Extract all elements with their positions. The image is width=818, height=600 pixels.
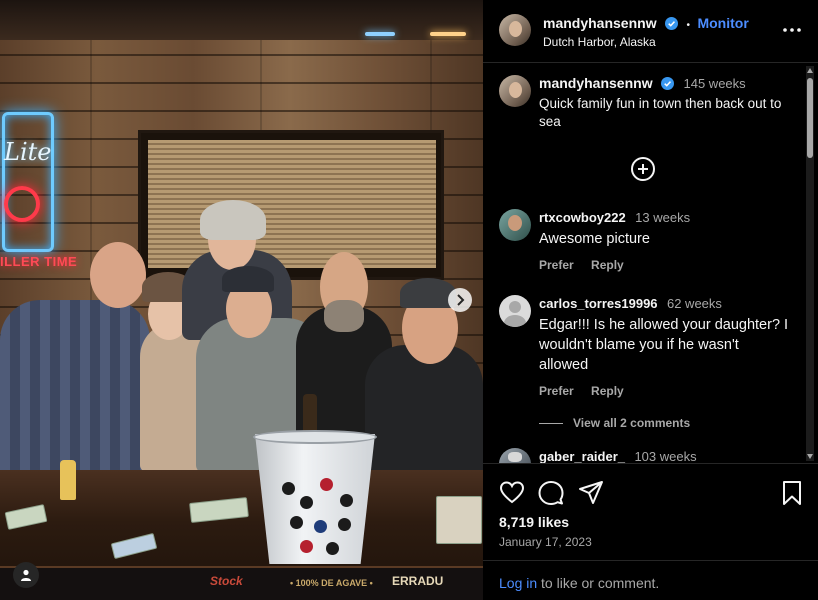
neon-sign-subtext: ILLER TIME	[0, 254, 78, 269]
caption-username[interactable]: mandyhansennw	[539, 75, 653, 91]
comment-time[interactable]: 62 weeks	[667, 296, 722, 311]
share-icon[interactable]	[578, 480, 604, 506]
plus-icon	[638, 164, 648, 174]
ice-bucket	[255, 434, 375, 564]
author-username[interactable]: mandyhansennw	[543, 15, 657, 31]
separator-dot: •	[686, 20, 691, 31]
bookmark-icon[interactable]	[779, 480, 805, 506]
post-actions: 8,719 likes January 17, 2023 Log in to l…	[483, 463, 818, 600]
tagged-users-button[interactable]	[13, 562, 39, 588]
comment-item: rtxcowboy222 13 weeks Awesome picture Pr…	[499, 209, 799, 279]
comment-item: carlos_torres19996 62 weeks Edgar!!! Is …	[499, 295, 799, 405]
caption: mandyhansennw 145 weeks Quick family fun…	[499, 75, 799, 145]
comment-text: Edgar!!! Is he allowed your daughter? I …	[539, 317, 789, 373]
scrollbar-thumb[interactable]	[807, 78, 813, 158]
load-more-comments-button[interactable]	[631, 157, 655, 181]
scroll-down-arrow[interactable]	[807, 454, 813, 459]
caption-time[interactable]: 145 weeks	[684, 76, 746, 91]
post-side-panel: mandyhansennw • Monitor Dutch Harbor, Al…	[483, 0, 818, 600]
login-link[interactable]: Log in	[499, 575, 537, 591]
window-blind	[148, 140, 436, 268]
comment-text: Awesome picture	[539, 231, 650, 247]
comment-username[interactable]: rtxcowboy222	[539, 210, 626, 225]
comment-username[interactable]: gaber_raider_	[539, 449, 625, 463]
post-photo[interactable]: Lite ILLER TIME Stock • 100% DE AGAVE • …	[0, 0, 483, 600]
avatar[interactable]	[499, 14, 531, 46]
more-options-icon[interactable]	[782, 20, 802, 40]
comment-time[interactable]: 103 weeks	[634, 449, 696, 463]
comment-like-button[interactable]: Prefer	[539, 258, 574, 272]
post-header: mandyhansennw • Monitor Dutch Harbor, Al…	[483, 0, 818, 63]
comment-time[interactable]: 13 weeks	[635, 210, 690, 225]
login-prompt: Log in to like or comment.	[483, 560, 818, 600]
comment-avatar[interactable]	[499, 448, 531, 463]
user-icon	[21, 569, 31, 581]
verified-badge-icon	[665, 17, 679, 30]
comment-reply-button[interactable]: Reply	[591, 384, 624, 398]
comment-reply-button[interactable]: Reply	[591, 258, 624, 272]
verified-badge-icon	[661, 77, 675, 90]
view-replies-button[interactable]: View all 2 comments	[539, 416, 690, 430]
scroll-up-arrow[interactable]	[807, 68, 813, 73]
neon-sign	[2, 112, 54, 252]
ceiling	[0, 0, 483, 40]
heart-icon[interactable]	[499, 480, 525, 506]
comments-scroll-area[interactable]: mandyhansennw 145 weeks Quick family fun…	[483, 64, 818, 463]
chevron-right-icon	[457, 294, 465, 306]
neon-sign-word: Lite	[4, 138, 52, 166]
comment-item: gaber_raider_ 103 weeks	[499, 448, 799, 463]
comment-icon[interactable]	[538, 480, 564, 506]
follow-button[interactable]: Monitor	[697, 15, 748, 31]
comment-like-button[interactable]: Prefer	[539, 384, 574, 398]
next-image-button[interactable]	[448, 288, 472, 312]
comment-avatar[interactable]	[499, 209, 531, 241]
login-prompt-text: to like or comment.	[537, 575, 660, 591]
location-link[interactable]: Dutch Harbor, Alaska	[543, 35, 656, 49]
caption-text: Quick family fun in town then back out t…	[539, 96, 782, 129]
comment-avatar[interactable]	[499, 295, 531, 327]
post-date[interactable]: January 17, 2023	[499, 535, 592, 549]
like-count[interactable]: 8,719 likes	[499, 514, 569, 530]
comment-username[interactable]: carlos_torres19996	[539, 296, 658, 311]
caption-avatar[interactable]	[499, 75, 531, 107]
